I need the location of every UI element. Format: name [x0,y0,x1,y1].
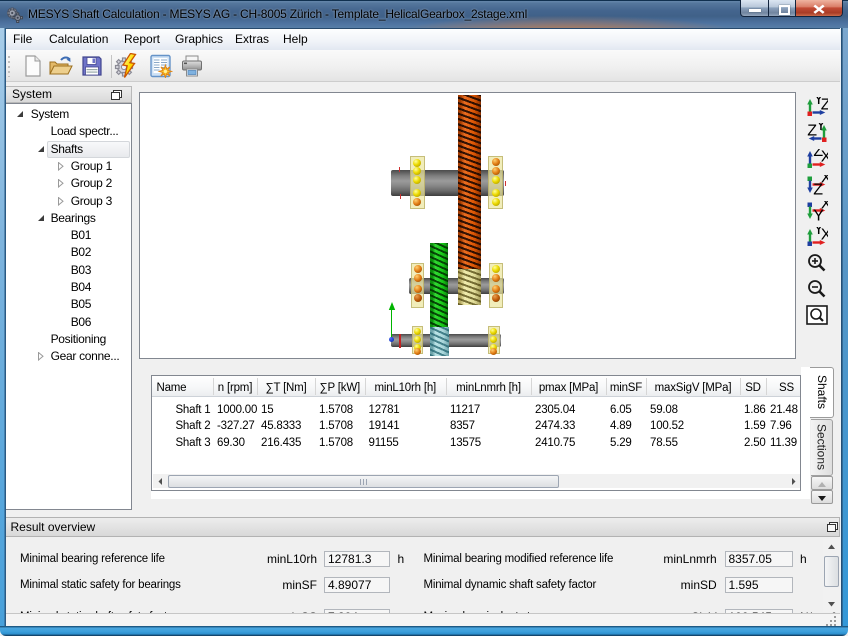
svg-text:X: X [820,227,827,243]
svg-text:X: X [820,175,827,187]
svg-text:X: X [820,201,827,213]
svg-text:Z: Z [807,123,817,139]
svg-text:Y: Y [815,123,826,134]
svg-text:Z: Z [820,97,827,113]
svg-text:X: X [820,149,827,165]
